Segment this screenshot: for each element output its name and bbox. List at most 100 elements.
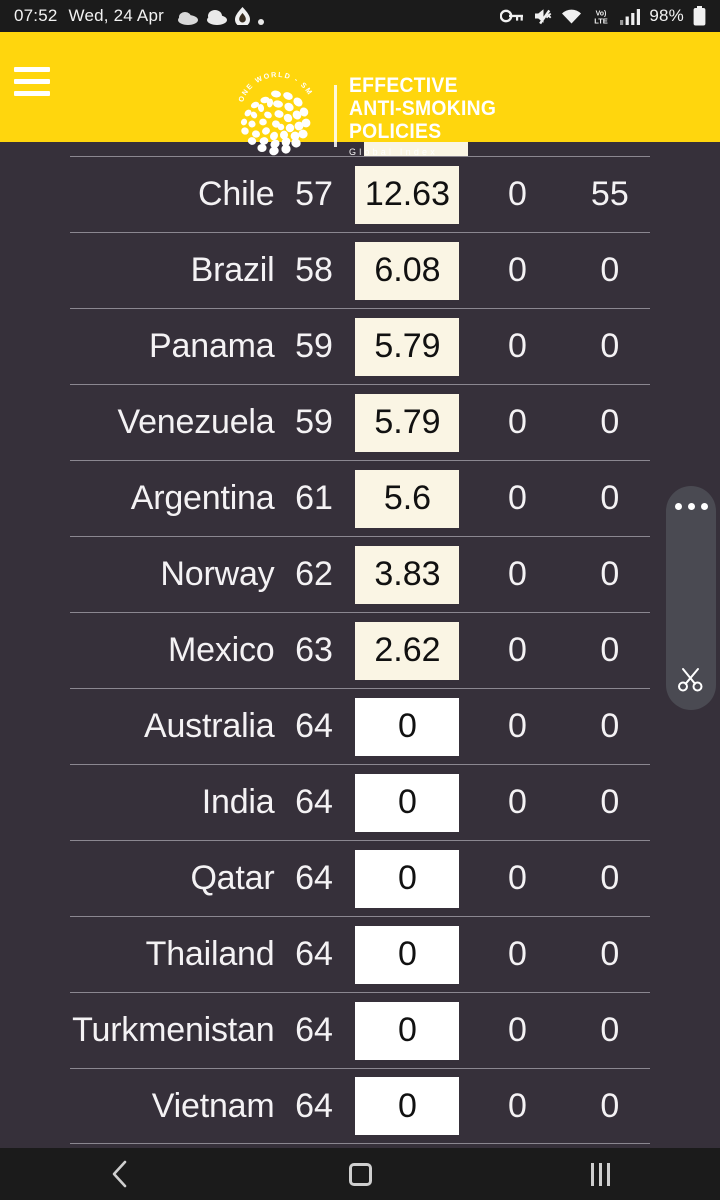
score-value: 5.79 — [355, 317, 460, 376]
edge-panel-handle[interactable] — [666, 486, 716, 710]
rank-value: 61 — [295, 479, 333, 517]
signal-bars-icon — [620, 8, 641, 25]
bar — [606, 1162, 610, 1186]
table-row[interactable]: Mexico 63 2.62 0 0 — [70, 612, 650, 688]
metric-4-value: 0 — [508, 935, 527, 973]
svg-text:ONE WORLD - SMOKE FREE: ONE WORLD - SMOKE FREE — [228, 70, 315, 103]
score-cell-wrap: 6.08 — [354, 241, 462, 300]
rank-value: 59 — [295, 327, 333, 365]
table-row[interactable]: Thailand 64 0 0 0 — [70, 916, 650, 992]
recents-bars-icon — [590, 1162, 610, 1186]
table-row[interactable]: Australia 64 0 0 0 — [70, 688, 650, 764]
score-value: 0 — [355, 697, 460, 756]
metric-5-value: 0 — [600, 1086, 620, 1125]
score-value: 0 — [355, 849, 460, 908]
country-name: Venezuela — [117, 403, 275, 441]
country-name: Mexico — [167, 631, 275, 669]
table-row[interactable]: Chile 57 12.63 0 55 — [70, 156, 650, 232]
metric-4-value: 0 — [508, 251, 527, 289]
ranking-table[interactable]: Chile 57 12.63 0 55 Brazil 58 6.08 0 0 Panama 59 5.7… — [0, 142, 720, 1148]
nav-home-button[interactable] — [240, 1148, 480, 1200]
rank-value: 64 — [295, 1011, 333, 1049]
status-date: Wed, 24 Apr — [68, 6, 164, 25]
score-cell-wrap: 5.79 — [354, 317, 462, 376]
score-value: 0 — [355, 1001, 460, 1060]
table-row[interactable]: Norway 62 3.83 0 0 — [70, 536, 650, 612]
table-row[interactable]: India 64 0 0 0 — [70, 764, 650, 840]
metric-5-value: 0 — [600, 479, 620, 517]
country-name: Brazil — [190, 251, 275, 289]
hamburger-bar — [14, 90, 50, 96]
dot — [700, 503, 708, 510]
country-name: Australia — [144, 707, 275, 745]
table-row[interactable]: Argentina 61 5.6 0 0 — [70, 460, 650, 536]
score-value: 2.62 — [355, 621, 460, 680]
country-name: Argentina — [130, 479, 275, 517]
score-value: 0 — [355, 925, 460, 984]
country-name: Chile — [198, 175, 275, 213]
volte-icon: Vo) LTE — [595, 10, 609, 25]
country-name: India — [201, 783, 275, 821]
mute-icon — [535, 9, 552, 25]
metric-4-value: 0 — [508, 1086, 527, 1125]
score-cell-wrap: 2.62 — [354, 621, 462, 680]
score-cell-wrap: 0 — [354, 773, 462, 832]
score-cell-wrap: 0 — [354, 1001, 462, 1060]
metric-4-value: 0 — [508, 327, 527, 365]
hamburger-bar — [14, 78, 50, 84]
country-name: Norway — [160, 555, 275, 593]
score-value: 5.6 — [355, 469, 460, 528]
rank-value: 64 — [295, 783, 333, 821]
score-cell-wrap: 0 — [354, 1077, 462, 1135]
country-name: Turkmenistan — [72, 1011, 275, 1049]
globe-icon: ONE WORLD - SMOKE FREE — [224, 63, 324, 162]
metric-4-value: 0 — [508, 1011, 527, 1049]
status-time: 07:52 — [14, 6, 58, 25]
table-row[interactable]: Brazil 58 6.08 0 0 — [70, 232, 650, 308]
rank-value: 63 — [295, 631, 333, 669]
score-cell-wrap: 5.6 — [354, 469, 462, 528]
metric-4-value: 0 — [508, 175, 527, 213]
vpn-key-icon — [500, 9, 524, 23]
hamburger-bar — [14, 66, 50, 72]
hamburger-menu-icon[interactable] — [8, 60, 56, 102]
dot — [674, 503, 682, 510]
brand-line-2: ANTI-SMOKING — [349, 97, 497, 120]
cloud-icon — [178, 12, 198, 25]
brand-logo[interactable]: ONE WORLD - SMOKE FREE — [224, 63, 509, 162]
bar — [598, 1162, 602, 1186]
status-bar-left: 07:52 Wed, 24 Apr — [14, 6, 265, 26]
flame-icon — [235, 7, 250, 25]
brand-line-1: EFFECTIVE — [349, 74, 458, 97]
table-row[interactable]: Qatar 64 0 0 0 — [70, 840, 650, 916]
metric-4-value: 0 — [508, 783, 527, 821]
score-value: 3.83 — [355, 545, 460, 604]
metric-4-value: 0 — [508, 707, 527, 745]
status-bar-right: Vo) LTE 98% — [500, 6, 706, 26]
smart-select-icon[interactable] — [676, 664, 706, 694]
score-cell-wrap: 5.79 — [354, 393, 462, 452]
more-options-icon[interactable] — [674, 503, 708, 510]
globe-arc-text: ONE WORLD - SMOKE FREE — [224, 63, 313, 103]
score-cell-wrap: 0 — [354, 925, 462, 984]
metric-5-value: 0 — [600, 1011, 620, 1049]
home-square-icon — [348, 1162, 372, 1186]
svg-text:LTE: LTE — [595, 16, 609, 25]
table-row[interactable]: Turkmenistan 64 0 0 0 — [70, 992, 650, 1068]
table-row[interactable]: Venezuela 59 5.79 0 0 — [70, 384, 650, 460]
metric-5-value: 0 — [600, 783, 620, 821]
app-header: ONE WORLD - SMOKE FREE — [0, 32, 720, 157]
nav-recents-button[interactable] — [480, 1148, 720, 1200]
table-row[interactable]: Vietnam 64 0 0 0 — [70, 1068, 650, 1144]
table-row[interactable]: Panama 59 5.79 0 0 — [70, 308, 650, 384]
brand-subtitle: Global Index — [349, 147, 438, 157]
back-chevron-icon — [112, 1160, 127, 1188]
score-cell-wrap: 3.83 — [354, 545, 462, 604]
nav-back-button[interactable] — [0, 1148, 240, 1200]
metric-5-value: 0 — [600, 859, 620, 897]
metric-4-value: 0 — [508, 859, 527, 897]
rank-value: 64 — [295, 859, 333, 897]
brand-text: EFFECTIVE ANTI-SMOKING POLICIES Global I… — [349, 75, 509, 157]
rank-value: 59 — [295, 403, 333, 441]
android-navigation-bar — [0, 1148, 720, 1200]
